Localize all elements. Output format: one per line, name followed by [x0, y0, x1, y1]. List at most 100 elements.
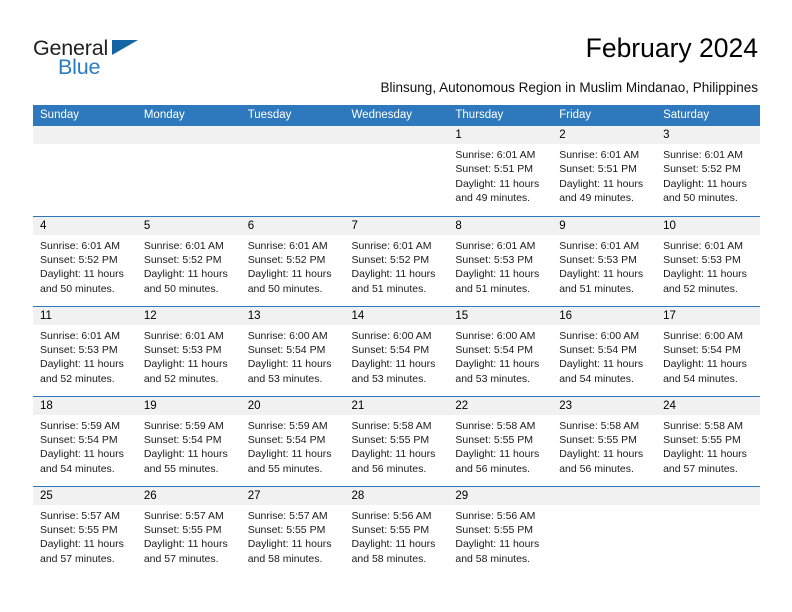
calendar-day-cell[interactable]: 11 Sunrise: 6:01 AM Sunset: 5:53 PM Dayligh…	[33, 305, 137, 396]
calendar-day-cell[interactable]: 18 Sunrise: 5:59 AM Sunset: 5:54 PM Dayligh…	[33, 395, 137, 486]
calendar-day-cell[interactable]: 6 Sunrise: 6:01 AM Sunset: 5:52 PM Daylight…	[240, 215, 345, 306]
day-cell-inner: 10 Sunrise: 6:01 AM Sunset: 5:53 PM Dayligh…	[656, 216, 760, 306]
daylight-text-line2: and 51 minutes.	[455, 282, 531, 295]
calendar-day-cell[interactable]	[344, 126, 449, 216]
day-cell-inner: 18 Sunrise: 5:59 AM Sunset: 5:54 PM Dayligh…	[33, 396, 137, 486]
calendar-day-cell[interactable]: 14 Sunrise: 6:00 AM Sunset: 5:54 PM Dayligh…	[344, 305, 449, 396]
calendar-day-cell[interactable]: 19 Sunrise: 5:59 AM Sunset: 5:54 PM Dayligh…	[136, 395, 241, 486]
daylight-text-line1: Daylight: 11 hours	[455, 268, 540, 281]
sunrise-text: Sunrise: 6:01 AM	[663, 239, 744, 252]
sunset-text: Sunset: 5:53 PM	[455, 253, 534, 266]
sunset-text: Sunset: 5:54 PM	[143, 433, 222, 446]
calendar-day-cell[interactable]: 28 Sunrise: 5:56 AM Sunset: 5:55 PM Dayligh…	[344, 485, 449, 576]
daylight-text-line1: Daylight: 11 hours	[247, 538, 332, 551]
calendar-day-cell[interactable]: 12 Sunrise: 6:01 AM Sunset: 5:53 PM Dayligh…	[136, 305, 241, 396]
daylight-text-line2: and 58 minutes.	[247, 552, 323, 565]
sunset-text: Sunset: 5:54 PM	[455, 343, 534, 356]
day-cell-inner: 9 Sunrise: 6:01 AM Sunset: 5:53 PM Daylight…	[552, 216, 657, 306]
day-details: Sunrise: 6:00 AM Sunset: 5:54 PM Daylight:…	[345, 325, 449, 387]
sunrise-text: Sunrise: 6:01 AM	[143, 329, 224, 342]
calendar-day-cell[interactable]	[656, 485, 760, 576]
day-cell-inner: 17 Sunrise: 6:00 AM Sunset: 5:54 PM Dayligh…	[656, 306, 760, 396]
calendar-day-cell[interactable]: 5 Sunrise: 6:01 AM Sunset: 5:52 PM Daylight…	[136, 215, 241, 306]
weekday-header-row: Sunday Monday Tuesday Wednesday Thursday…	[33, 105, 760, 126]
calendar-day-cell[interactable]	[240, 126, 345, 216]
general-blue-logo[interactable]: General Blue	[33, 36, 148, 80]
calendar-day-cell[interactable]: 24 Sunrise: 5:58 AM Sunset: 5:55 PM Dayligh…	[656, 395, 760, 486]
calendar-day-cell[interactable]: 29 Sunrise: 5:56 AM Sunset: 5:55 PM Dayligh…	[448, 485, 553, 576]
day-cell-inner: 13 Sunrise: 6:00 AM Sunset: 5:54 PM Dayligh…	[240, 306, 345, 396]
daylight-text-line1: Daylight: 11 hours	[559, 358, 644, 371]
calendar-day-cell[interactable]	[33, 126, 137, 216]
daylight-text-line2: and 50 minutes.	[40, 282, 115, 295]
day-cell-inner: 28 Sunrise: 5:56 AM Sunset: 5:55 PM Dayligh…	[344, 486, 449, 576]
calendar-day-cell[interactable]: 10 Sunrise: 6:01 AM Sunset: 5:53 PM Dayligh…	[656, 215, 760, 306]
daylight-text-line2: and 50 minutes.	[663, 192, 738, 205]
day-details: Sunrise: 5:59 AM Sunset: 5:54 PM Daylight:…	[241, 415, 345, 477]
calendar-day-cell[interactable]: 1 Sunrise: 6:01 AM Sunset: 5:51 PM Daylight…	[448, 126, 553, 216]
sunset-text: Sunset: 5:52 PM	[351, 253, 430, 266]
day-details: Sunrise: 5:56 AM Sunset: 5:55 PM Daylight:…	[345, 505, 449, 567]
day-details: Sunrise: 6:01 AM Sunset: 5:53 PM Daylight:…	[552, 235, 656, 297]
calendar-day-cell[interactable]: 20 Sunrise: 5:59 AM Sunset: 5:54 PM Dayligh…	[240, 395, 345, 486]
calendar-week-row: 4 Sunrise: 6:01 AM Sunset: 5:52 PM Daylight…	[33, 215, 760, 306]
sunrise-text: Sunrise: 6:01 AM	[455, 149, 536, 161]
calendar-day-cell[interactable]: 27 Sunrise: 5:57 AM Sunset: 5:55 PM Dayligh…	[240, 485, 345, 576]
daylight-text-line2: and 50 minutes.	[247, 282, 323, 295]
daylight-text-line1: Daylight: 11 hours	[663, 448, 747, 461]
daylight-text-line2: and 54 minutes.	[40, 462, 115, 475]
daylight-text-line1: Daylight: 11 hours	[455, 538, 540, 551]
day-number	[552, 486, 657, 505]
day-cell-inner	[656, 486, 760, 576]
sunset-text: Sunset: 5:52 PM	[40, 253, 118, 266]
daylight-text-line2: and 52 minutes.	[40, 372, 115, 385]
day-number: 25	[33, 486, 137, 505]
day-cell-inner: 11 Sunrise: 6:01 AM Sunset: 5:53 PM Dayligh…	[33, 306, 137, 396]
calendar-day-cell[interactable]: 21 Sunrise: 5:58 AM Sunset: 5:55 PM Dayligh…	[344, 395, 449, 486]
sunrise-text: Sunrise: 5:57 AM	[143, 509, 224, 522]
sunset-text: Sunset: 5:55 PM	[351, 523, 430, 536]
calendar-day-cell[interactable]	[552, 485, 657, 576]
day-number: 23	[552, 396, 657, 415]
day-number	[136, 126, 241, 144]
day-number: 10	[656, 216, 760, 235]
day-number: 15	[448, 306, 553, 325]
calendar-day-cell[interactable]: 26 Sunrise: 5:57 AM Sunset: 5:55 PM Dayligh…	[136, 485, 241, 576]
calendar-day-cell[interactable]: 13 Sunrise: 6:00 AM Sunset: 5:54 PM Dayligh…	[240, 305, 345, 396]
calendar-day-cell[interactable]: 3 Sunrise: 6:01 AM Sunset: 5:52 PM Daylight…	[656, 126, 760, 216]
day-cell-inner: 25 Sunrise: 5:57 AM Sunset: 5:55 PM Dayligh…	[33, 486, 137, 576]
weekday-header-wednesday: Wednesday	[344, 105, 449, 126]
sunset-text: Sunset: 5:55 PM	[663, 433, 741, 446]
daylight-text-line1: Daylight: 11 hours	[455, 358, 540, 371]
sunset-text: Sunset: 5:51 PM	[559, 163, 637, 176]
calendar-day-cell[interactable]: 15 Sunrise: 6:00 AM Sunset: 5:54 PM Dayligh…	[448, 305, 553, 396]
calendar-day-cell[interactable]: 23 Sunrise: 5:58 AM Sunset: 5:55 PM Dayligh…	[552, 395, 657, 486]
day-cell-inner: 12 Sunrise: 6:01 AM Sunset: 5:53 PM Dayligh…	[136, 306, 241, 396]
calendar-day-cell[interactable]: 2 Sunrise: 6:01 AM Sunset: 5:51 PM Daylight…	[552, 126, 657, 216]
daylight-text-line2: and 54 minutes.	[663, 372, 738, 385]
day-number: 8	[448, 216, 553, 235]
day-number: 16	[552, 306, 657, 325]
sunset-text: Sunset: 5:54 PM	[40, 433, 118, 446]
sunset-text: Sunset: 5:54 PM	[247, 343, 326, 356]
daylight-text-line1: Daylight: 11 hours	[351, 358, 436, 371]
calendar-day-cell[interactable]: 7 Sunrise: 6:01 AM Sunset: 5:52 PM Daylight…	[344, 215, 449, 306]
calendar-day-cell[interactable]: 16 Sunrise: 6:00 AM Sunset: 5:54 PM Dayligh…	[552, 305, 657, 396]
sunrise-text: Sunrise: 5:57 AM	[247, 509, 328, 522]
sunrise-text: Sunrise: 6:01 AM	[559, 149, 640, 161]
day-details: Sunrise: 6:01 AM Sunset: 5:51 PM Daylight:…	[552, 144, 656, 206]
calendar-day-cell[interactable]: 25 Sunrise: 5:57 AM Sunset: 5:55 PM Dayligh…	[33, 485, 137, 576]
day-number: 11	[33, 306, 137, 325]
calendar-week-row: 1 Sunrise: 6:01 AM Sunset: 5:51 PM Daylight…	[33, 126, 760, 216]
sunrise-text: Sunrise: 6:01 AM	[455, 239, 536, 252]
daylight-text-line1: Daylight: 11 hours	[559, 177, 644, 190]
sunrise-text: Sunrise: 6:01 AM	[351, 239, 432, 252]
calendar-day-cell[interactable]: 4 Sunrise: 6:01 AM Sunset: 5:52 PM Daylight…	[33, 215, 137, 306]
sunrise-text: Sunrise: 6:01 AM	[143, 239, 224, 252]
calendar-day-cell[interactable]: 17 Sunrise: 6:00 AM Sunset: 5:54 PM Dayligh…	[656, 305, 760, 396]
calendar-day-cell[interactable]: 9 Sunrise: 6:01 AM Sunset: 5:53 PM Daylight…	[552, 215, 657, 306]
calendar-day-cell[interactable]: 8 Sunrise: 6:01 AM Sunset: 5:53 PM Daylight…	[448, 215, 553, 306]
calendar-day-cell[interactable]	[136, 126, 241, 216]
calendar-day-cell[interactable]: 22 Sunrise: 5:58 AM Sunset: 5:55 PM Dayligh…	[448, 395, 553, 486]
day-cell-inner: 16 Sunrise: 6:00 AM Sunset: 5:54 PM Dayligh…	[552, 306, 657, 396]
